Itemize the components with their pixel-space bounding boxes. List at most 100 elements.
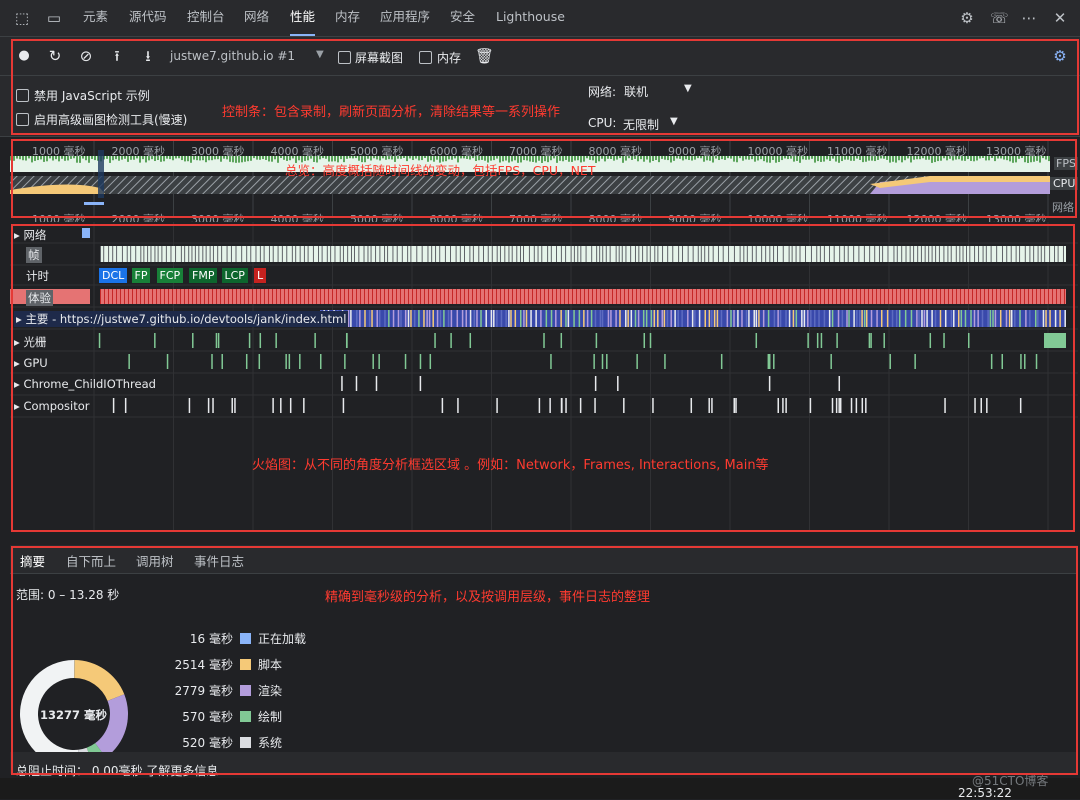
profile-select-chevron-icon[interactable]: ▼: [316, 49, 324, 60]
garbage-collect-icon[interactable]: 🗑: [475, 47, 493, 65]
frame-divider: [166, 246, 167, 262]
main-task: [540, 310, 542, 327]
experience-stripe: [652, 289, 653, 304]
experience-stripe: [860, 289, 861, 304]
paint-instrumentation-checkbox[interactable]: [16, 113, 29, 126]
tab-memory[interactable]: 内存: [335, 0, 360, 36]
experience-stripe: [592, 289, 593, 304]
paint-instrumentation-label: 启用高级画图检测工具(慢速): [34, 111, 187, 128]
tab-elements[interactable]: 元素: [83, 0, 108, 36]
frame-divider: [273, 246, 274, 262]
experience-stripe: [984, 289, 985, 304]
track-experience[interactable]: 体验: [26, 290, 53, 306]
experience-stripe: [904, 289, 905, 304]
track-childio[interactable]: ▸ Chrome_ChildIOThread: [14, 377, 156, 391]
track-timings[interactable]: 计时: [26, 268, 49, 284]
frame-divider: [599, 246, 600, 262]
main-task: [440, 310, 442, 327]
feedback-icon[interactable]: ☏: [990, 9, 1008, 27]
tab-bottom-up[interactable]: 自下而上: [66, 551, 116, 570]
experience-stripe: [664, 289, 665, 304]
main-task: [664, 310, 666, 327]
fps-drop: [982, 156, 984, 158]
tab-sources[interactable]: 源代码: [129, 0, 167, 36]
track-main[interactable]: ▸ 主要 - https://justwe7.github.io/devtool…: [14, 311, 348, 327]
tab-network[interactable]: 网络: [244, 0, 269, 36]
main-task: [443, 310, 445, 327]
main-task: [714, 310, 716, 327]
device-toolbar-icon[interactable]: ▭: [45, 9, 63, 27]
experience-stripe: [816, 289, 817, 304]
capture-settings-gear-icon[interactable]: ⚙: [1051, 47, 1069, 65]
experience-stripe: [708, 289, 709, 304]
fps-drop: [325, 156, 327, 159]
settings-gear-icon[interactable]: ⚙: [958, 9, 976, 27]
cpu-throttle-select[interactable]: 无限制: [623, 116, 659, 133]
compositor-task: [691, 398, 693, 413]
main-task: [1000, 310, 1002, 327]
track-frames[interactable]: 帧: [26, 247, 42, 263]
experience-stripe: [1004, 289, 1005, 304]
experience-stripe: [704, 289, 705, 304]
gpu-task: [602, 354, 604, 369]
experience-stripe: [292, 289, 293, 304]
screenshot-checkbox[interactable]: [338, 51, 351, 64]
frame-divider: [313, 246, 314, 262]
cpu-chevron-icon[interactable]: ▼: [670, 116, 678, 127]
inspect-element-icon[interactable]: ⬚: [13, 9, 31, 27]
tab-console[interactable]: 控制台: [187, 0, 225, 36]
main-task: [866, 310, 868, 327]
main-task: [965, 310, 967, 327]
track-gpu[interactable]: ▸ GPU: [14, 356, 48, 370]
experience-stripe: [924, 289, 925, 304]
frame-divider: [678, 246, 679, 262]
experience-stripe: [200, 289, 201, 304]
record-button[interactable]: ●: [15, 47, 33, 65]
network-throttle-select[interactable]: 联机: [624, 83, 648, 100]
main-task: [987, 310, 989, 327]
timing-badge-lcp[interactable]: LCP: [222, 268, 248, 283]
timing-badge-fcp[interactable]: FCP: [157, 268, 184, 283]
main-task: [881, 310, 883, 327]
experience-stripe: [160, 289, 161, 304]
network-chevron-icon[interactable]: ▼: [684, 83, 692, 94]
tab-application[interactable]: 应用程序: [380, 0, 430, 36]
frame-divider: [135, 246, 136, 262]
frame-divider: [672, 246, 673, 262]
profile-select[interactable]: justwe7.github.io #1: [170, 49, 295, 63]
frame-divider: [1019, 246, 1020, 262]
raster-task: [836, 333, 838, 348]
timing-badge-fmp[interactable]: FMP: [189, 268, 217, 283]
main-task: [462, 310, 464, 327]
tab-security[interactable]: 安全: [450, 0, 475, 36]
upload-icon[interactable]: ⭱: [108, 47, 126, 65]
track-network[interactable]: ▸ 网络: [14, 227, 46, 243]
memory-checkbox[interactable]: [419, 51, 432, 64]
main-task: [437, 310, 439, 327]
reload-record-icon[interactable]: ↻: [46, 47, 64, 65]
close-devtools-icon[interactable]: ✕: [1051, 9, 1069, 27]
disable-js-checkbox[interactable]: [16, 89, 29, 102]
frame-divider: [565, 246, 566, 262]
download-icon[interactable]: ⭳: [139, 47, 157, 65]
track-raster[interactable]: ▸ 光栅: [14, 334, 46, 350]
experience-stripe: [284, 289, 285, 304]
compositor-task: [234, 398, 236, 413]
tab-performance[interactable]: 性能: [290, 0, 315, 36]
frame-divider: [610, 246, 611, 262]
more-options-icon[interactable]: ⋯: [1020, 9, 1038, 27]
clear-icon[interactable]: ⊘: [77, 47, 95, 65]
fps-drop: [724, 156, 726, 160]
frame-divider: [991, 246, 992, 262]
tab-lighthouse[interactable]: Lighthouse: [496, 0, 565, 36]
timing-badge-fp[interactable]: FP: [132, 268, 151, 283]
tab-call-tree[interactable]: 调用树: [136, 551, 174, 570]
timing-badge-l[interactable]: L: [254, 268, 266, 283]
main-task: [842, 310, 844, 327]
experience-stripe: [248, 289, 249, 304]
main-task: [709, 310, 711, 327]
track-compositor[interactable]: ▸ Compositor: [14, 399, 90, 413]
experience-stripe: [216, 289, 217, 304]
timing-badge-dcl[interactable]: DCL: [99, 268, 127, 283]
tab-event-log[interactable]: 事件日志: [194, 551, 244, 570]
